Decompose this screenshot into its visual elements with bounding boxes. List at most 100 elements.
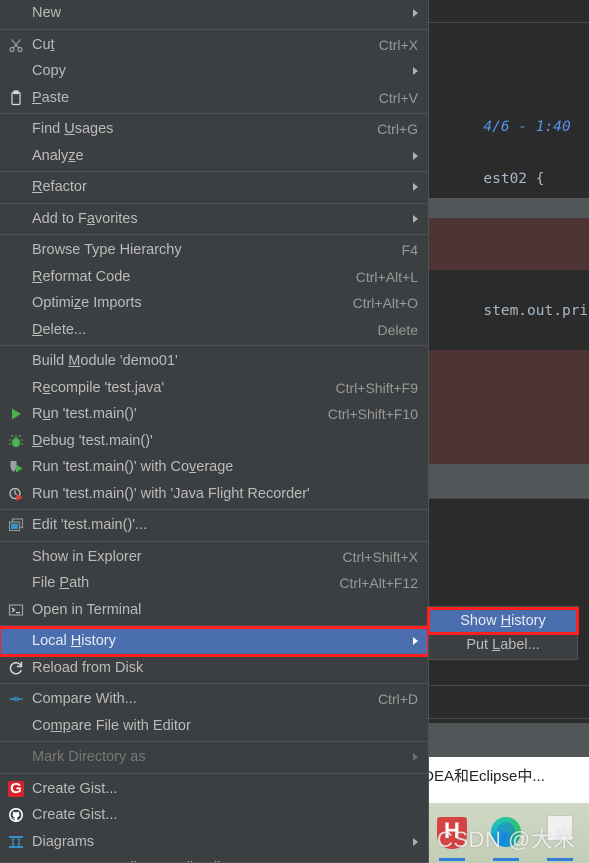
menu-item-browse-type-hierarchy[interactable]: Browse Type Hierarchy F4 — [0, 237, 428, 264]
screen: 4/6 - 1:40 est02 { ic void main(S nt i =… — [0, 0, 589, 863]
menu-item-paste[interactable]: Paste Ctrl+V — [0, 85, 428, 112]
menu-item-copy[interactable]: Copy — [0, 58, 428, 85]
menu-item-label: Reformat Code — [32, 268, 131, 285]
run-icon — [0, 401, 32, 427]
menu-item-analyze[interactable]: Analyze — [0, 143, 428, 170]
menu-separator — [0, 234, 428, 235]
menu-item-label: Debug 'test.main()' — [32, 432, 153, 449]
menu-item-diagrams[interactable]: Diagrams — [0, 829, 428, 856]
editor-band — [429, 198, 589, 218]
code-line-error: nt i = 0; i <10 — [429, 218, 589, 265]
menu-item-local-history[interactable]: Local History — [0, 626, 428, 657]
menu-item-reformat-code[interactable]: Reformat Code Ctrl+Alt+L — [0, 264, 428, 291]
menu-separator — [0, 113, 428, 114]
menu-item-run-test-main-with-java-flight-recorder[interactable]: Run 'test.main()' with 'Java Flight Reco… — [0, 481, 428, 508]
menu-item-debug-test-main[interactable]: Debug 'test.main()' — [0, 428, 428, 455]
menu-item-open-in-terminal[interactable]: Open in Terminal — [0, 597, 428, 624]
menu-item-optimize-imports[interactable]: Optimize Imports Ctrl+Alt+O — [0, 290, 428, 317]
menu-item-label: Run 'test.main()' with Coverage — [32, 459, 234, 476]
editor-divider — [429, 685, 589, 686]
clipboard-icon — [0, 85, 32, 111]
menu-item-label: Recompile 'test.java' — [32, 379, 165, 396]
menu-item-convert-java-file-to-kotlin-file[interactable]: Convert Java File to Kotlin FileCtrl+Alt… — [0, 855, 428, 862]
editor-statusbar — [429, 723, 589, 757]
menu-item-label: Optimize Imports — [32, 295, 142, 312]
no-icon — [0, 855, 32, 862]
code-line: est02 { — [429, 140, 589, 187]
editor-divider — [429, 718, 589, 719]
menu-item-label: Compare File with Editor — [32, 717, 191, 734]
chevron-right-icon — [413, 9, 418, 18]
menu-item-cut[interactable]: Cut Ctrl+X — [0, 32, 428, 59]
menu-item-label: Edit 'test.main()'... — [32, 517, 148, 534]
code-text: 4/6 - 1:40 — [483, 119, 571, 135]
menu-item-find-usages[interactable]: Find Usages Ctrl+G — [0, 116, 428, 143]
chevron-right-icon — [413, 637, 418, 646]
diagram-icon — [0, 829, 32, 855]
menu-item-add-to-favorites[interactable]: Add to Favorites — [0, 206, 428, 233]
menu-item-label: Local History — [32, 633, 116, 650]
menu-item-delete[interactable]: Delete... Delete — [0, 317, 428, 344]
menu-item-recompile-test-java[interactable]: Recompile 'test.java' Ctrl+Shift+F9 — [0, 375, 428, 402]
submenu-item-label: Show History — [460, 613, 546, 629]
menu-item-build-module-demo01[interactable]: Build Module 'demo01' — [0, 348, 428, 375]
menu-item-run-test-main[interactable]: Run 'test.main()' Ctrl+Shift+F10 — [0, 401, 428, 428]
chevron-right-icon — [413, 837, 418, 846]
menu-separator — [0, 171, 428, 172]
no-icon — [0, 264, 32, 290]
menu-item-label: Copy — [32, 63, 66, 80]
menu-item-refactor[interactable]: Refactor — [0, 174, 428, 201]
menu-item-label: Open in Terminal — [32, 601, 142, 618]
chevron-right-icon — [413, 151, 418, 160]
menu-item-file-path[interactable]: File Path Ctrl+Alt+F12 — [0, 570, 428, 597]
menu-item-label: Analyze — [32, 147, 84, 164]
code-line-error: ("sex","男"); — [429, 428, 589, 475]
reload-icon — [0, 655, 32, 681]
menu-item-shortcut: Ctrl+Shift+X — [342, 548, 418, 565]
submenu-item-label: Put Label... — [466, 637, 540, 653]
no-icon — [0, 570, 32, 596]
no-icon — [0, 544, 32, 570]
submenu-item-put-label[interactable]: Put Label... — [429, 633, 577, 657]
editor-band — [429, 464, 589, 498]
compare-icon — [0, 686, 32, 712]
local-history-submenu[interactable]: Show History Put Label... — [427, 606, 579, 660]
watermark: CSDN @大米 — [437, 827, 576, 852]
code-line: ic void main(S — [429, 166, 589, 213]
menu-item-reload-from-disk[interactable]: Reload from Disk — [0, 655, 428, 682]
menu-item-run-test-main-with-coverage[interactable]: Run 'test.main()' with Coverage — [0, 454, 428, 481]
menu-item-show-in-explorer[interactable]: Show in Explorer Ctrl+Shift+X — [0, 544, 428, 571]
github-icon — [0, 802, 32, 828]
taskbar-indicator — [439, 858, 465, 861]
menu-item-edit-test-main[interactable]: Edit 'test.main()'... — [0, 512, 428, 539]
chevron-right-icon — [413, 183, 418, 192]
gitlab-icon: G — [0, 776, 32, 802]
menu-item-label: Cut — [32, 36, 55, 53]
menu-separator — [0, 202, 428, 204]
code-line-error: <String, Object — [429, 350, 589, 397]
menu-item-create-gist[interactable]: G Create Gist... — [0, 776, 428, 803]
menu-separator — [0, 509, 428, 510]
menu-item-compare-file-with-editor[interactable]: Compare File with Editor — [0, 713, 428, 740]
scissors-icon — [0, 32, 32, 58]
menu-item-label: Refactor — [32, 179, 87, 196]
context-menu[interactable]: New Cut Ctrl+X Copy Paste Ctrl+V Find Usages… — [0, 0, 429, 863]
document-text: IDEA和Eclipse中... — [429, 768, 545, 785]
menu-separator — [0, 28, 428, 30]
menu-item-new[interactable]: New — [0, 0, 428, 27]
menu-separator — [0, 683, 428, 684]
menu-item-compare-with[interactable]: Compare With... Ctrl+D — [0, 686, 428, 713]
menu-item-label: Compare With... — [32, 691, 137, 708]
menu-item-create-gist[interactable]: Create Gist... — [0, 802, 428, 829]
code-line-error — [429, 244, 589, 270]
menu-item-shortcut: Ctrl+Alt+L — [355, 268, 418, 285]
submenu-item-show-history[interactable]: Show History — [427, 607, 579, 635]
terminal-icon — [0, 597, 32, 623]
menu-item-shortcut: Ctrl+D — [377, 691, 418, 708]
menu-separator — [0, 772, 428, 774]
code-text: stem.out.println — [483, 303, 589, 319]
menu-item-label: File Path — [32, 575, 90, 592]
document-strip: IDEA和Eclipse中... — [429, 757, 589, 803]
no-icon — [0, 174, 32, 200]
menu-item-shortcut: F4 — [401, 242, 418, 259]
